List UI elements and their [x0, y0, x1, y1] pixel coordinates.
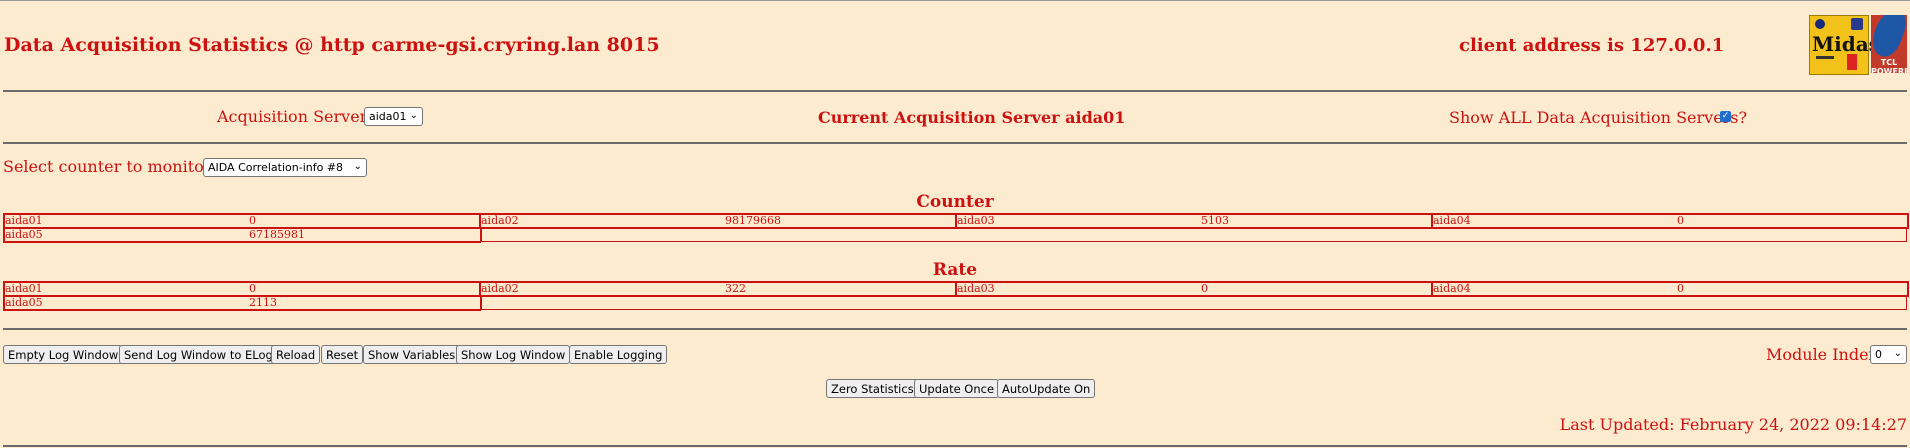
- rate-title: Rate: [932, 260, 978, 280]
- counter-value: 0: [249, 214, 256, 227]
- midas-logo-text: Midas: [1812, 32, 1880, 56]
- table-cell: aida05 67185981: [3, 227, 481, 243]
- midas-logo-strip: [1816, 56, 1834, 59]
- counter-select[interactable]: AIDA Correlation-info #8 ⌄: [203, 158, 367, 177]
- client-address: client address is 127.0.0.1: [1459, 35, 1725, 56]
- acquisition-server-select[interactable]: aida01 ⌄: [364, 107, 423, 126]
- counter-value: 98179668: [725, 214, 781, 227]
- rate-value: 322: [725, 282, 746, 295]
- module-index-label: Module Index: [1766, 345, 1878, 364]
- shield-icon: [1851, 18, 1863, 30]
- tcl-logo-text: TCL POWERED: [1871, 58, 1907, 73]
- chevron-down-icon: ⌄: [1893, 348, 1902, 359]
- divider: [3, 328, 1907, 330]
- midas-emblem-icon: [1815, 19, 1825, 29]
- module-index-select[interactable]: 0 ⌄: [1870, 345, 1907, 364]
- table-row: aida01 0 aida02 98179668 aida03 5103 aid…: [3, 213, 1909, 229]
- page-title: Data Acquisition Statistics @ http carme…: [4, 34, 660, 56]
- empty-log-window-button[interactable]: Empty Log Window: [3, 345, 124, 364]
- send-log-to-elog-button[interactable]: Send Log Window to ELog: [119, 345, 278, 364]
- show-variables-button[interactable]: Show Variables: [363, 345, 461, 364]
- table-cell-empty: [481, 228, 1907, 242]
- table-cell: aida05 2113: [3, 295, 481, 311]
- tcl-logo: TCL POWERED: [1871, 15, 1907, 73]
- server-name: aida01: [5, 214, 43, 227]
- table-cell-empty: [481, 296, 1907, 310]
- current-server-label: Current Acquisition Server aida01: [818, 108, 1126, 127]
- update-once-button[interactable]: Update Once: [914, 379, 1000, 398]
- feather-icon: [1871, 15, 1907, 61]
- counter-value: 67185981: [249, 228, 305, 241]
- show-all-servers-checkbox[interactable]: ✓: [1720, 111, 1731, 122]
- select-counter-label: Select counter to monitor: [3, 157, 212, 176]
- server-name: aida03: [957, 214, 995, 227]
- chevron-down-icon: ⌄: [409, 110, 418, 121]
- rate-value: 2113: [249, 296, 277, 309]
- zero-statistics-button[interactable]: Zero Statistics: [826, 379, 919, 398]
- show-log-window-button[interactable]: Show Log Window: [456, 345, 571, 364]
- midas-logo: Midas: [1809, 15, 1880, 75]
- reload-button[interactable]: Reload: [271, 345, 321, 364]
- divider: [3, 90, 1907, 92]
- rate-value: 0: [1201, 282, 1208, 295]
- divider: [3, 142, 1907, 144]
- counter-table: aida01 0 aida02 98179668 aida03 5103 aid…: [3, 213, 1909, 243]
- server-name: aida04: [1433, 282, 1471, 295]
- midas-logo-mark: [1847, 54, 1857, 70]
- autoupdate-button[interactable]: AutoUpdate On: [997, 379, 1096, 398]
- server-name: aida03: [957, 282, 995, 295]
- table-row: aida05 67185981: [3, 227, 1907, 243]
- counter-value: 0: [1677, 214, 1684, 227]
- chevron-down-icon: ⌄: [353, 161, 362, 172]
- counter-title: Counter: [916, 192, 994, 212]
- divider: [3, 445, 1907, 447]
- acquisition-servers-label: Acquisition Servers: [217, 107, 376, 126]
- counter-value: 5103: [1201, 214, 1229, 227]
- reset-button[interactable]: Reset: [321, 345, 364, 364]
- counter-select-value: AIDA Correlation-info #8: [208, 161, 344, 174]
- top-border: [0, 0, 1910, 1]
- table-row: aida05 2113: [3, 295, 1907, 311]
- rate-value: 0: [249, 282, 256, 295]
- server-name: aida02: [481, 282, 519, 295]
- server-name: aida05: [5, 228, 43, 241]
- rate-table: aida01 0 aida02 322 aida03 0 aida04 0 ai…: [3, 281, 1909, 311]
- server-name: aida05: [5, 296, 43, 309]
- server-name: aida01: [5, 282, 43, 295]
- server-name: aida04: [1433, 214, 1471, 227]
- rate-value: 0: [1677, 282, 1684, 295]
- last-updated: Last Updated: February 24, 2022 09:14:27: [1559, 415, 1907, 434]
- module-index-value: 0: [1875, 348, 1882, 361]
- show-all-servers-label: Show ALL Data Acquisition Servers?: [1449, 108, 1748, 127]
- table-row: aida01 0 aida02 322 aida03 0 aida04 0: [3, 281, 1909, 297]
- server-name: aida02: [481, 214, 519, 227]
- acquisition-server-value: aida01: [369, 110, 407, 123]
- enable-logging-button[interactable]: Enable Logging: [569, 345, 668, 364]
